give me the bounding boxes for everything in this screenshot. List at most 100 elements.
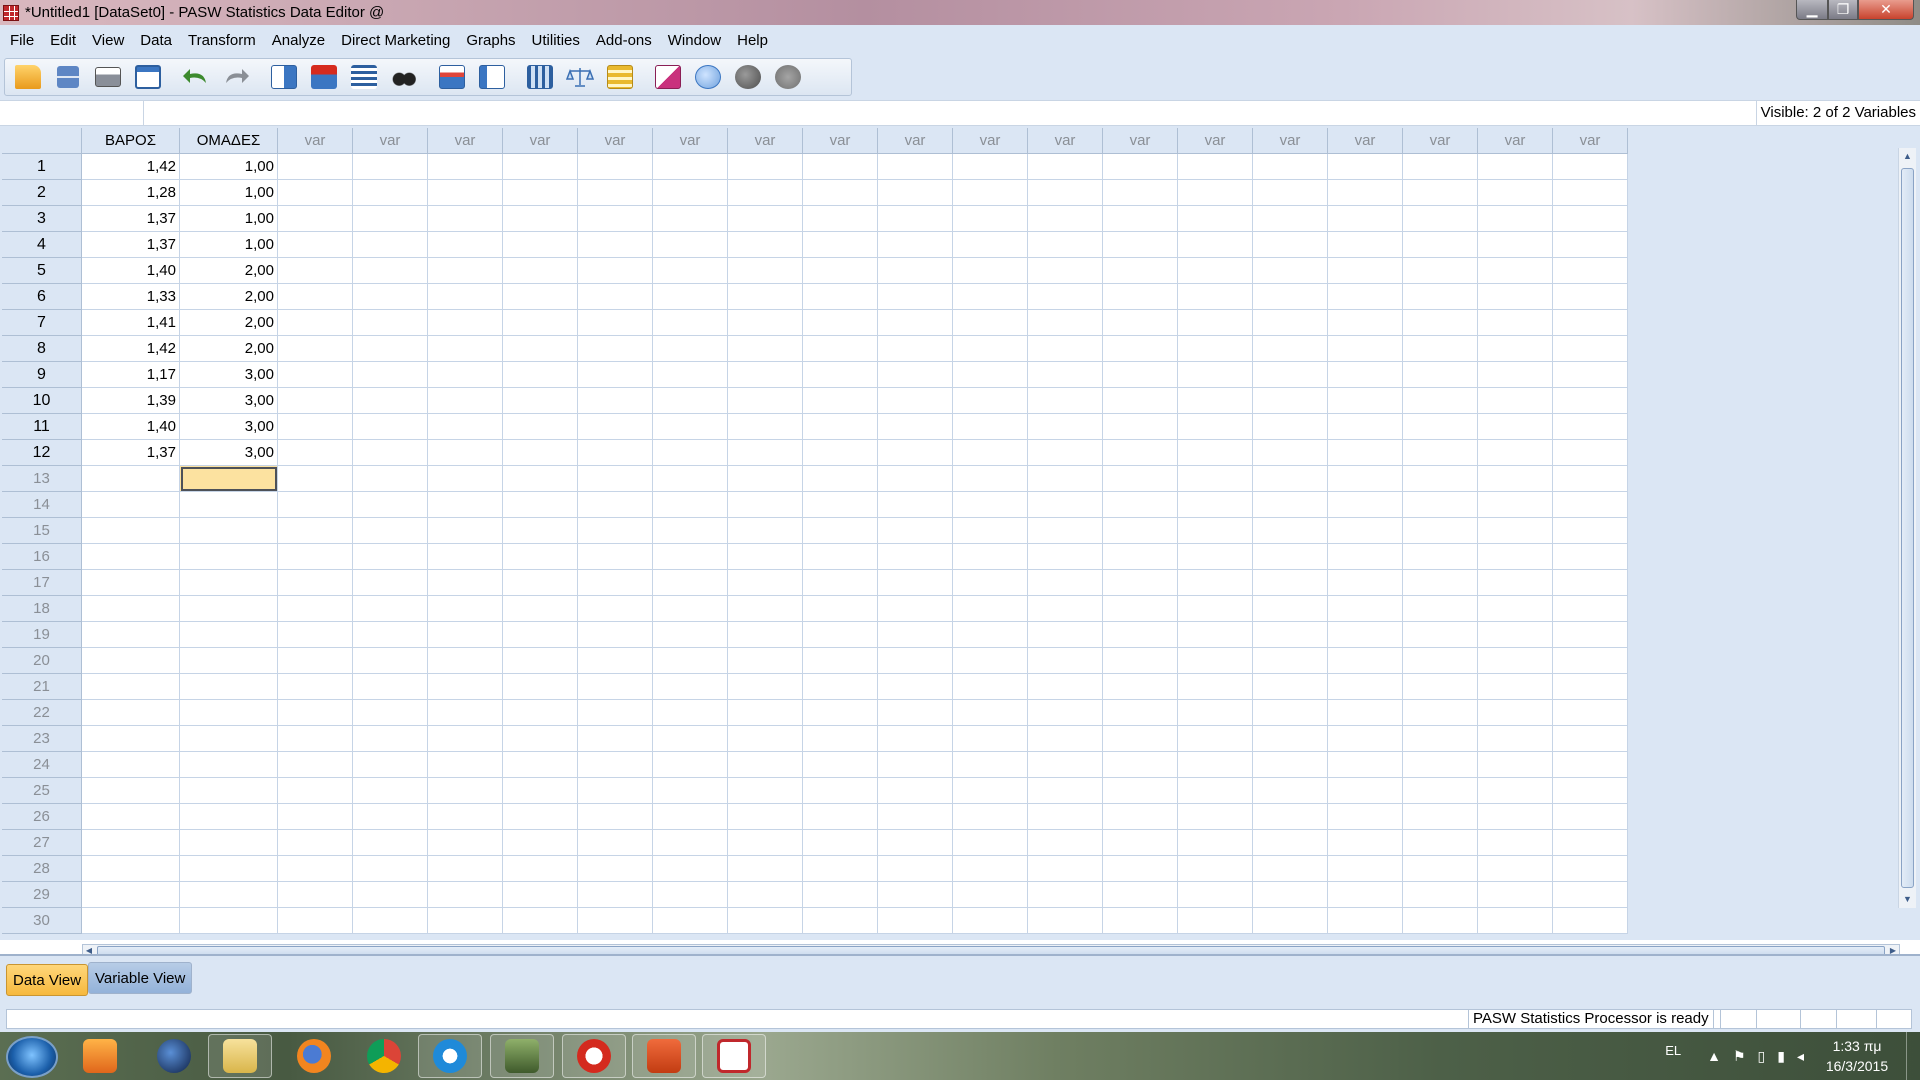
data-cell[interactable] (82, 466, 180, 492)
data-cell[interactable] (82, 596, 180, 622)
empty-cell[interactable] (1478, 336, 1553, 362)
empty-cell[interactable] (1403, 440, 1478, 466)
empty-cell[interactable] (1103, 726, 1178, 752)
empty-cell[interactable] (1103, 544, 1178, 570)
empty-cell[interactable] (1478, 908, 1553, 934)
empty-cell[interactable] (1028, 622, 1103, 648)
data-cell[interactable] (82, 622, 180, 648)
empty-cell[interactable] (1178, 466, 1253, 492)
empty-cell[interactable] (953, 856, 1028, 882)
empty-cell[interactable] (1553, 908, 1628, 934)
data-cell[interactable] (82, 544, 180, 570)
empty-cell[interactable] (428, 544, 503, 570)
empty-cell[interactable] (428, 388, 503, 414)
empty-cell[interactable] (1553, 440, 1628, 466)
empty-cell[interactable] (1103, 622, 1178, 648)
empty-cell[interactable] (1253, 908, 1328, 934)
empty-cell[interactable] (653, 206, 728, 232)
empty-cell[interactable] (428, 440, 503, 466)
menu-data[interactable]: Data (132, 32, 180, 49)
empty-cell[interactable] (653, 856, 728, 882)
empty-cell[interactable] (428, 154, 503, 180)
empty-cell[interactable] (503, 648, 578, 674)
empty-cell[interactable] (653, 232, 728, 258)
empty-cell[interactable] (878, 492, 953, 518)
empty-cell[interactable] (953, 830, 1028, 856)
empty-cell[interactable] (1103, 310, 1178, 336)
empty-cell[interactable] (1103, 492, 1178, 518)
empty-cell[interactable] (953, 154, 1028, 180)
empty-cell[interactable] (1553, 466, 1628, 492)
empty-cell[interactable] (428, 752, 503, 778)
empty-cell[interactable] (1178, 752, 1253, 778)
empty-cell[interactable] (1478, 206, 1553, 232)
empty-cell[interactable] (578, 674, 653, 700)
empty-cell[interactable] (1403, 310, 1478, 336)
minimize-button[interactable]: ▁ (1796, 0, 1828, 20)
empty-cell[interactable] (1403, 544, 1478, 570)
empty-cell[interactable] (878, 258, 953, 284)
globe-icon[interactable] (142, 1034, 206, 1078)
empty-cell[interactable] (1103, 596, 1178, 622)
empty-cell[interactable] (1253, 362, 1328, 388)
empty-cell[interactable] (278, 440, 353, 466)
empty-cell[interactable] (578, 154, 653, 180)
data-cell[interactable] (82, 752, 180, 778)
empty-cell[interactable] (278, 232, 353, 258)
empty-cell[interactable] (1028, 180, 1103, 206)
empty-cell[interactable] (1478, 440, 1553, 466)
column-header[interactable]: ΒΑΡΟΣ (82, 128, 180, 154)
empty-cell[interactable] (278, 804, 353, 830)
empty-cell[interactable] (953, 362, 1028, 388)
empty-cell[interactable] (503, 414, 578, 440)
empty-cell[interactable] (653, 648, 728, 674)
menu-utilities[interactable]: Utilities (524, 32, 588, 49)
empty-cell[interactable] (728, 882, 803, 908)
row-header[interactable]: 18 (2, 596, 82, 622)
empty-column-header[interactable]: var (728, 128, 803, 154)
empty-cell[interactable] (728, 206, 803, 232)
empty-cell[interactable] (578, 206, 653, 232)
empty-cell[interactable] (953, 648, 1028, 674)
data-cell[interactable] (180, 596, 278, 622)
empty-cell[interactable] (803, 882, 878, 908)
empty-cell[interactable] (1028, 648, 1103, 674)
empty-cell[interactable] (803, 648, 878, 674)
empty-cell[interactable] (1328, 570, 1403, 596)
empty-cell[interactable] (878, 440, 953, 466)
data-cell[interactable] (82, 492, 180, 518)
empty-column-header[interactable]: var (878, 128, 953, 154)
empty-cell[interactable] (653, 700, 728, 726)
empty-cell[interactable] (1403, 466, 1478, 492)
empty-cell[interactable] (1553, 414, 1628, 440)
empty-cell[interactable] (1403, 518, 1478, 544)
empty-cell[interactable] (278, 648, 353, 674)
empty-cell[interactable] (1328, 856, 1403, 882)
empty-cell[interactable] (353, 570, 428, 596)
file-explorer-icon[interactable] (208, 1034, 272, 1078)
empty-cell[interactable] (503, 544, 578, 570)
data-cell[interactable]: 1,00 (180, 154, 278, 180)
empty-cell[interactable] (953, 492, 1028, 518)
empty-cell[interactable] (578, 362, 653, 388)
empty-cell[interactable] (1328, 284, 1403, 310)
empty-cell[interactable] (653, 570, 728, 596)
data-cell[interactable] (82, 882, 180, 908)
empty-column-header[interactable]: var (1403, 128, 1478, 154)
empty-cell[interactable] (1103, 362, 1178, 388)
empty-cell[interactable] (428, 648, 503, 674)
vertical-scrollbar[interactable]: ▲ ▼ (1898, 148, 1916, 908)
empty-cell[interactable] (728, 310, 803, 336)
empty-cell[interactable] (1328, 726, 1403, 752)
data-cell[interactable] (82, 856, 180, 882)
empty-cell[interactable] (1403, 674, 1478, 700)
data-cell[interactable]: 1,37 (82, 232, 180, 258)
variables-icon[interactable] (347, 61, 381, 93)
empty-cell[interactable] (1403, 830, 1478, 856)
empty-cell[interactable] (953, 882, 1028, 908)
empty-cell[interactable] (353, 388, 428, 414)
empty-cell[interactable] (878, 388, 953, 414)
empty-cell[interactable] (1028, 856, 1103, 882)
empty-cell[interactable] (953, 388, 1028, 414)
empty-cell[interactable] (428, 466, 503, 492)
